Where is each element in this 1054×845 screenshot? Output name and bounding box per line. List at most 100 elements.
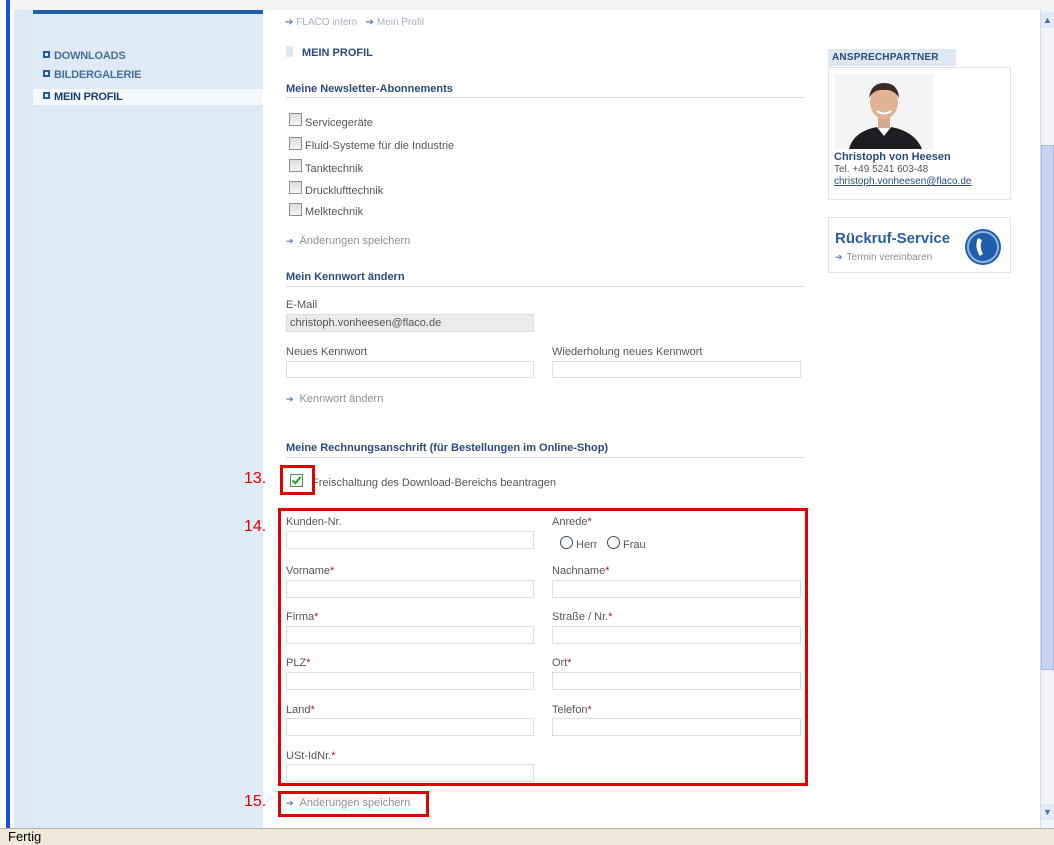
page-title-text: MEIN PROFIL bbox=[302, 47, 373, 59]
checkbox-label: Servicegeräte bbox=[305, 117, 373, 129]
radio-herr-label: Herr bbox=[576, 539, 598, 551]
callback-title: Rückruf-Service bbox=[835, 230, 951, 247]
contact-email-link[interactable]: christoph.vonheesen@flaco.de bbox=[834, 176, 971, 187]
last-name-input[interactable] bbox=[552, 580, 801, 598]
vat-id-input[interactable] bbox=[286, 764, 534, 782]
arrow-icon: ➔ bbox=[285, 17, 294, 28]
bullet-icon bbox=[43, 70, 50, 77]
required-mark: * bbox=[608, 611, 613, 623]
company-input[interactable] bbox=[286, 626, 534, 644]
new-password-input[interactable] bbox=[286, 361, 534, 378]
checkbox-label: Fluid-Systeme für die Industrie bbox=[305, 140, 455, 152]
link-text: Änderungen speichern bbox=[299, 797, 411, 809]
download-area-checkbox[interactable] bbox=[290, 474, 303, 487]
radio-frau-label: Frau bbox=[623, 539, 646, 551]
person-photo-icon bbox=[834, 74, 934, 149]
sidebar-nav: DOWNLOADS BILDERGALERIE MEIN PROFIL bbox=[33, 10, 263, 828]
checkbox-drucklufttechnik[interactable] bbox=[289, 181, 302, 194]
last-name-label: Nachname* bbox=[552, 565, 609, 577]
breadcrumb: ➔ FLACO intern ➔ Mein Profil bbox=[285, 17, 424, 28]
country-input[interactable] bbox=[286, 718, 534, 736]
phone-input[interactable] bbox=[552, 718, 801, 736]
contact-box-title: ANSPRECHPARTNER bbox=[828, 49, 956, 66]
salutation-label-text: Anrede bbox=[552, 516, 588, 528]
change-password-link[interactable]: ➔ Kennwort ändern bbox=[286, 393, 383, 405]
sidebar-item-downloads[interactable]: DOWNLOADS bbox=[43, 50, 126, 62]
annotation-box-14 bbox=[278, 508, 808, 786]
breadcrumb-item-flaco-intern[interactable]: FLACO intern bbox=[296, 17, 357, 28]
checkmark-icon bbox=[291, 476, 302, 485]
sidebar-item-bildergalerie[interactable]: BILDERGALERIE bbox=[43, 69, 141, 81]
scrollbar-thumb[interactable] bbox=[1041, 145, 1054, 670]
required-mark: * bbox=[306, 657, 311, 669]
breadcrumb-item-mein-profil[interactable]: Mein Profil bbox=[377, 17, 424, 28]
required-mark: * bbox=[567, 657, 572, 669]
arrow-icon: ➔ bbox=[835, 252, 843, 262]
radio-herr[interactable] bbox=[560, 536, 573, 549]
checkbox-melktechnik[interactable] bbox=[289, 203, 302, 216]
required-mark: * bbox=[587, 704, 592, 716]
last-name-label-text: Nachname bbox=[552, 565, 606, 577]
street-label-text: Straße / Nr. bbox=[552, 611, 609, 623]
required-mark: * bbox=[314, 611, 319, 623]
arrow-icon: ➔ bbox=[286, 798, 294, 808]
bullet-icon bbox=[43, 92, 50, 99]
repeat-password-input[interactable] bbox=[552, 361, 801, 378]
scroll-up-arrow-icon[interactable]: ▲ bbox=[1041, 12, 1054, 28]
customer-number-input[interactable] bbox=[286, 531, 534, 549]
street-input[interactable] bbox=[552, 626, 801, 644]
annotation-number-15: 15. bbox=[244, 793, 267, 810]
new-password-label: Neues Kennwort bbox=[286, 346, 368, 358]
salutation-label: Anrede* bbox=[552, 516, 592, 528]
sidebar-top-line bbox=[33, 10, 263, 14]
password-section-title: Mein Kennwort ändern bbox=[286, 271, 405, 283]
sidebar-item-mein-profil[interactable]: MEIN PROFIL bbox=[33, 89, 263, 105]
required-mark: * bbox=[310, 704, 315, 716]
checkbox-tanktechnik[interactable] bbox=[289, 159, 302, 172]
scroll-down-arrow-icon[interactable]: ▼ bbox=[1041, 804, 1054, 820]
company-label: Firma* bbox=[286, 611, 318, 623]
city-label: Ort* bbox=[552, 657, 572, 669]
required-mark: * bbox=[330, 565, 335, 577]
city-input[interactable] bbox=[552, 672, 801, 690]
divider bbox=[286, 457, 804, 458]
zip-input[interactable] bbox=[286, 672, 534, 690]
title-bar-icon bbox=[286, 46, 293, 57]
checkbox-servicegeraete[interactable] bbox=[289, 113, 302, 126]
bullet-icon bbox=[43, 51, 50, 58]
link-text: Kennwort ändern bbox=[299, 393, 384, 405]
contact-phone: Tel. +49 5241 603-48 bbox=[834, 164, 929, 175]
sidebar-item-label: MEIN PROFIL bbox=[54, 91, 123, 103]
radio-frau[interactable] bbox=[607, 536, 620, 549]
checkbox-fluid-systeme[interactable] bbox=[289, 137, 302, 150]
checkbox-label: Tanktechnik bbox=[305, 163, 364, 175]
required-mark: * bbox=[605, 565, 610, 577]
country-label: Land* bbox=[286, 704, 315, 716]
annotation-number-14: 14. bbox=[244, 518, 267, 535]
customer-number-label: Kunden-Nr. bbox=[286, 516, 342, 528]
sidebar-item-label: BILDERGALERIE bbox=[54, 69, 142, 81]
required-mark: * bbox=[587, 516, 592, 528]
annotation-number-13: 13. bbox=[244, 470, 267, 487]
phone-label-text: Telefon bbox=[552, 704, 588, 716]
arrow-icon: ➔ bbox=[286, 394, 294, 404]
phone-label: Telefon* bbox=[552, 704, 592, 716]
first-name-input[interactable] bbox=[286, 580, 534, 598]
download-area-label-text: Freischaltung des Download-Bereichs bean… bbox=[312, 477, 556, 489]
street-label: Straße / Nr.* bbox=[552, 611, 613, 623]
download-area-checkbox-label: Freischaltung des Download-Bereichs bean… bbox=[312, 477, 556, 489]
status-text: Fertig bbox=[8, 829, 42, 844]
zip-label: PLZ* bbox=[286, 657, 310, 669]
vat-id-label-text: USt-IdNr. bbox=[286, 750, 332, 762]
link-text: Termin vereinbaren bbox=[846, 252, 933, 263]
link-text: Änderungen speichern bbox=[299, 235, 411, 247]
callback-link[interactable]: ➔ Termin vereinbaren bbox=[835, 252, 932, 263]
newsletter-save-link[interactable]: ➔ Änderungen speichern bbox=[286, 235, 410, 247]
contact-name: Christoph von Heesen bbox=[834, 151, 951, 163]
city-label-text: Ort bbox=[552, 657, 568, 669]
zip-label-text: PLZ bbox=[286, 657, 307, 669]
billing-section-title: Meine Rechnungsanschrift (für Bestellung… bbox=[286, 442, 609, 454]
billing-save-link[interactable]: ➔ Änderungen speichern bbox=[286, 797, 410, 809]
email-field[interactable]: christoph.vonheesen@flaco.de bbox=[286, 314, 534, 332]
newsletter-section-title: Meine Newsletter-Abonnements bbox=[286, 83, 453, 95]
